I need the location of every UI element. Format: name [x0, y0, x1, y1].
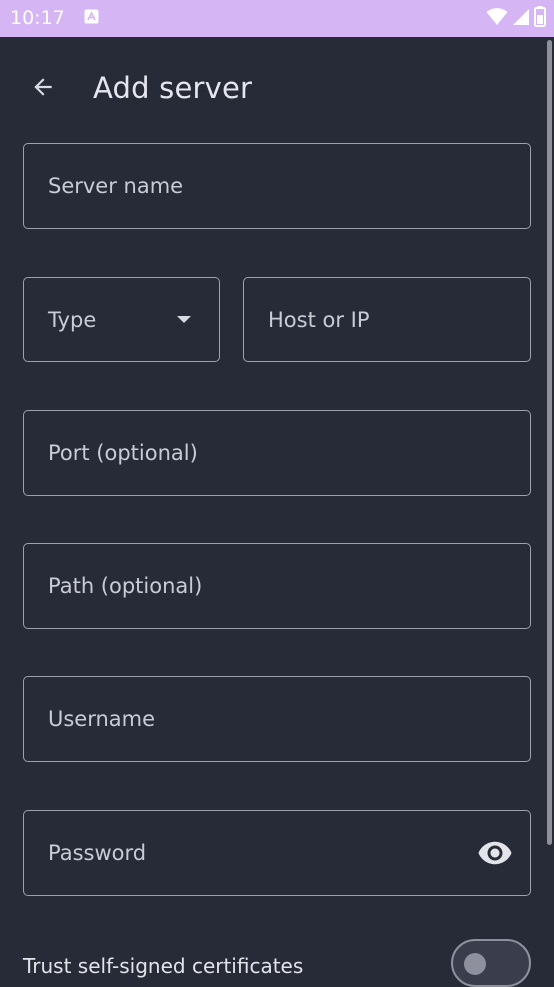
port-input[interactable] [24, 411, 530, 495]
path-input[interactable] [24, 544, 530, 628]
back-button[interactable] [23, 67, 63, 107]
caret-down-icon [177, 316, 191, 323]
port-field[interactable] [23, 410, 531, 496]
host-field[interactable] [243, 277, 531, 362]
password-input[interactable] [24, 811, 530, 895]
wifi-icon [486, 7, 508, 30]
type-dropdown-label: Type [48, 308, 97, 332]
signal-icon [512, 8, 530, 30]
battery-icon [534, 6, 546, 31]
trust-certificates-switch[interactable] [451, 939, 531, 987]
host-input[interactable] [244, 278, 530, 361]
arrow-back-icon [34, 78, 52, 96]
switch-knob [464, 953, 486, 975]
app-bar: Add server [0, 37, 554, 137]
server-name-field[interactable] [23, 143, 531, 229]
trust-certificates-label: Trust self-signed certificates [23, 954, 304, 978]
toggle-password-visibility-button[interactable] [476, 835, 514, 871]
eye-icon [478, 841, 512, 865]
notification-icon [84, 9, 99, 24]
status-icons [486, 6, 546, 31]
type-dropdown[interactable]: Type [23, 277, 220, 362]
password-field[interactable] [23, 810, 531, 896]
path-field[interactable] [23, 543, 531, 629]
status-bar: 10:17 [0, 0, 554, 37]
server-name-input[interactable] [24, 144, 530, 228]
status-time: 10:17 [10, 7, 65, 29]
username-field[interactable] [23, 676, 531, 762]
scrollbar[interactable] [547, 40, 552, 845]
username-input[interactable] [24, 677, 530, 761]
page-title: Add server [93, 71, 253, 105]
